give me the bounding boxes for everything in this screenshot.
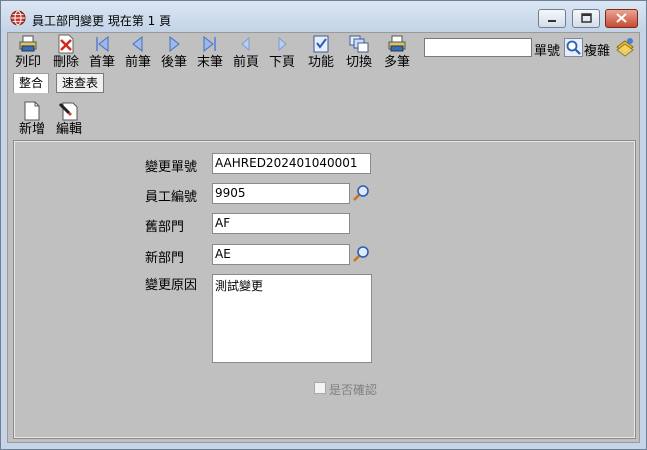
new-document-icon — [24, 101, 40, 121]
last-record-icon — [203, 35, 216, 53]
minimize-button[interactable] — [538, 9, 566, 28]
function-button[interactable]: 功能 — [302, 34, 340, 72]
new-record-button[interactable]: 新增 — [12, 101, 52, 137]
multi-record-label: 多筆 — [383, 55, 410, 70]
switch-button[interactable]: 切換 — [340, 34, 378, 72]
reason-label: 變更原因 — [145, 278, 198, 293]
first-record-label: 首筆 — [88, 55, 115, 70]
switch-icon — [349, 35, 369, 53]
old-dept-label: 舊部門 — [145, 220, 185, 235]
prev-record-button[interactable]: 前筆 — [119, 34, 157, 72]
next-record-button[interactable]: 後筆 — [155, 34, 193, 72]
employee-no-label: 員工編號 — [145, 190, 198, 205]
tab-integrated-label: 整合 — [19, 76, 44, 90]
employee-lookup-icon[interactable] — [351, 183, 371, 203]
record-search-input[interactable] — [424, 38, 532, 57]
delete-button[interactable]: 刪除 — [47, 34, 85, 72]
multi-record-icon — [388, 35, 406, 52]
copy-icon[interactable] — [614, 36, 636, 58]
record-no-label: 單號 — [534, 44, 561, 59]
edit-document-icon — [59, 102, 78, 121]
last-record-label: 末筆 — [196, 55, 223, 70]
prev-record-label: 前筆 — [124, 55, 151, 70]
employee-no-field[interactable]: 9905 — [212, 183, 350, 204]
reason-textarea[interactable]: 測試變更 — [212, 274, 372, 363]
copy-label: 複雜 — [584, 44, 611, 59]
next-page-label: 下頁 — [268, 55, 295, 70]
edit-record-label: 編輯 — [55, 122, 82, 137]
delete-label: 刪除 — [52, 55, 79, 70]
prev-page-button[interactable]: 前頁 — [227, 34, 265, 72]
change-no-field[interactable]: AAHRED202401040001 — [212, 153, 371, 174]
prev-page-label: 前頁 — [232, 55, 259, 70]
function-label: 功能 — [307, 55, 334, 70]
next-page-button[interactable]: 下頁 — [263, 34, 301, 72]
tab-quick-lookup-label: 速查表 — [62, 76, 99, 90]
window-title: 員工部門變更 現在第 1 頁 — [32, 14, 172, 28]
confirm-checkbox[interactable] — [314, 382, 326, 394]
dept-lookup-icon[interactable] — [351, 244, 371, 264]
print-button[interactable]: 列印 — [9, 34, 47, 72]
edit-record-button[interactable]: 編輯 — [49, 101, 89, 137]
change-no-label: 變更單號 — [145, 160, 198, 175]
switch-label: 切換 — [345, 55, 372, 70]
print-icon — [19, 35, 37, 52]
function-icon — [313, 35, 329, 53]
tab-integrated[interactable]: 整合 — [13, 73, 50, 93]
print-label: 列印 — [14, 55, 41, 70]
old-dept-field[interactable]: AF — [212, 213, 350, 234]
last-record-button[interactable]: 末筆 — [191, 34, 229, 72]
minimize-icon — [548, 20, 556, 22]
maximize-icon — [581, 13, 592, 23]
main-window: 員工部門變更 現在第 1 頁 列印 刪除 首筆 前筆 後筆 末筆 前頁 下頁 功… — [0, 0, 647, 450]
next-record-icon — [169, 35, 180, 53]
new-dept-field[interactable]: AE — [212, 244, 350, 265]
app-globe-icon — [10, 10, 26, 26]
multi-record-button[interactable]: 多筆 — [378, 34, 416, 72]
close-button[interactable] — [605, 9, 638, 28]
tab-quick-lookup[interactable]: 速查表 — [56, 73, 105, 93]
next-page-icon — [278, 36, 287, 52]
search-icon[interactable] — [564, 38, 583, 57]
confirm-label: 是否確認 — [329, 383, 378, 397]
close-icon — [616, 13, 627, 23]
delete-icon — [58, 34, 74, 54]
prev-page-icon — [241, 36, 250, 52]
title-bar[interactable]: 員工部門變更 現在第 1 頁 — [1, 1, 646, 32]
first-record-icon — [96, 35, 109, 53]
prev-record-icon — [132, 35, 143, 53]
next-record-label: 後筆 — [160, 55, 187, 70]
new-record-label: 新增 — [18, 122, 45, 137]
first-record-button[interactable]: 首筆 — [83, 34, 121, 72]
maximize-button[interactable] — [572, 9, 600, 28]
new-dept-label: 新部門 — [145, 251, 185, 266]
